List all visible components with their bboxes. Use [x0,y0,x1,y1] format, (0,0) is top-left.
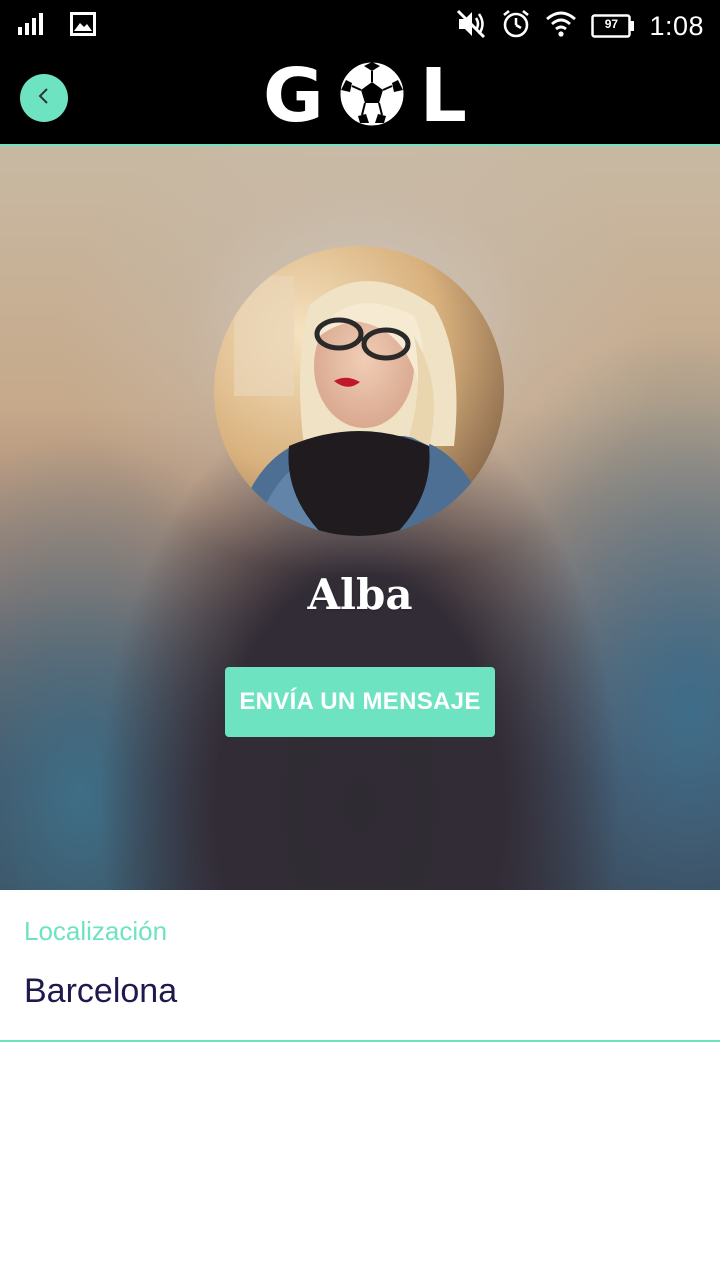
location-section: Localización Barcelona [0,890,720,1042]
mute-icon [455,8,487,45]
logo-letter-g: G [263,53,324,139]
profile-header: Alba ENVÍA UN MENSAJE [0,146,720,890]
status-left [18,12,96,41]
chevron-left-icon [34,86,54,111]
battery-icon: 97 [591,14,635,38]
battery-level: 97 [604,17,619,31]
avatar [214,246,504,536]
location-label: Localización [24,916,168,946]
location-value: Barcelona [24,972,178,1010]
image-notification-icon [70,12,96,41]
clock: 1:08 [649,10,704,41]
send-message-button[interactable]: ENVÍA UN MENSAJE [225,667,495,737]
back-button[interactable] [20,74,68,122]
app-logo: G L [222,56,508,136]
wifi-icon [545,11,577,42]
signal-icon [18,13,44,40]
profile-name: Alba [307,570,413,619]
status-right: 97 1:08 [455,8,704,44]
alarm-icon [501,9,531,44]
logo-letter-l: L [419,53,467,139]
app-bar: G L [0,52,720,146]
status-bar: 97 1:08 [0,0,720,52]
soccer-ball-icon [336,58,408,135]
